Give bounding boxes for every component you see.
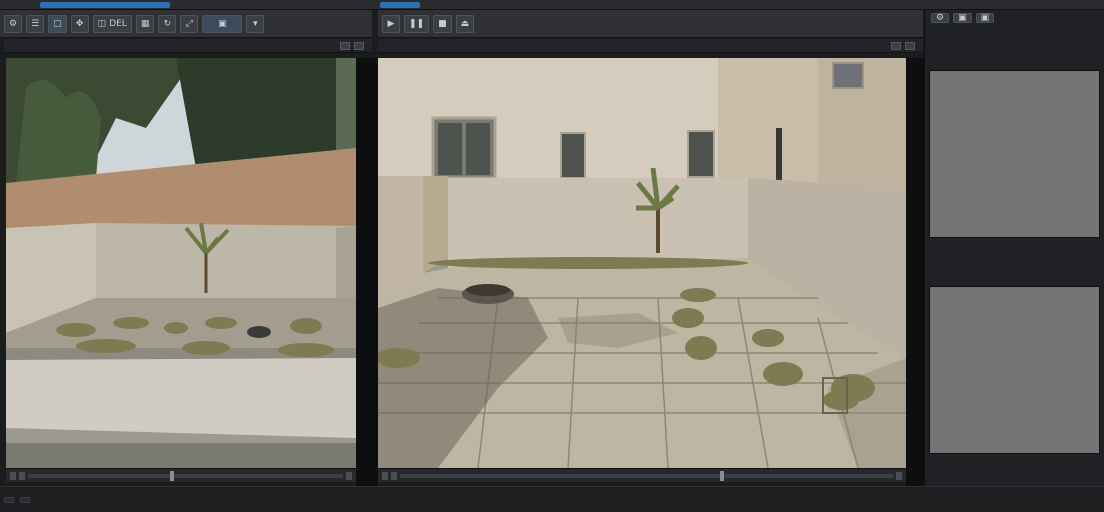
pause-icon: ❚❚ [409,18,425,29]
timeline-end-icon[interactable] [346,471,352,480]
panel-title [927,38,1104,50]
timeline-key-icon-2[interactable] [391,471,397,480]
snap-toggle-button[interactable]: ◫ DEL [92,14,132,33]
select-tool-button[interactable]: ▢ [48,14,67,33]
timeline-key-icon-2[interactable] [19,471,25,480]
left-timeline [6,468,356,482]
timeline-end-icon[interactable] [896,471,902,480]
settings-button[interactable]: ⚙ [4,14,23,33]
stop-icon: ■ [438,18,447,29]
camera-button[interactable]: ▣ [202,14,243,33]
play-button[interactable]: ▶ [382,14,400,33]
panel-section-2 [927,241,1104,253]
panel-tabs: ⚙ ▣ ▣ [927,12,1104,24]
active-tab-indicator[interactable] [40,2,170,8]
preview-swatch-bottom[interactable] [929,286,1100,454]
camera-icon: ▣ [218,18,227,29]
play-icon: ▶ [387,18,395,29]
view-option-icon[interactable] [891,41,901,50]
pause-button[interactable]: ❚❚ [404,14,430,33]
eject-icon: ⏏ [460,18,470,29]
view-option-icon[interactable] [340,41,350,50]
menu-button[interactable]: ☰ [26,14,45,33]
panel-section-4 [927,270,1104,282]
settings-icon: ▾ [253,18,258,29]
timeline-scrubber[interactable] [400,470,893,481]
center-scene-render [378,58,906,468]
window-title-bar [0,0,1104,10]
center-viewport[interactable] [378,58,906,468]
view-option-icon-2[interactable] [354,41,364,50]
viewport-divider-right[interactable] [906,58,924,486]
timeline-key-icon[interactable] [382,471,388,480]
left-viewport[interactable] [6,58,356,468]
panel-section-3 [927,256,1104,268]
status-item-2[interactable] [20,496,30,503]
viewport-divider[interactable] [356,58,378,486]
snap-label: DEL [109,18,127,29]
scale-tool-button[interactable]: ⤢ [180,14,199,33]
preview-swatch-top[interactable] [929,70,1100,238]
timeline-handle[interactable] [720,470,725,481]
panel-settings-button[interactable]: ⚙ [931,13,950,23]
menu-icon: ☰ [31,18,40,29]
gear-icon: ⚙ [9,18,18,29]
left-viewport-toolbar: ⚙ ☰ ▢ ✥ ◫ DEL ▦ ↻ ⤢ ▣ ▾ [0,10,372,38]
panel-button-2[interactable]: ▣ [953,13,972,23]
status-item[interactable] [4,496,14,503]
rotate-tool-button[interactable]: ↻ [158,14,177,33]
grid-button[interactable]: ▦ [135,14,155,33]
view-option-icon-2[interactable] [905,41,915,50]
scale-icon: ⤢ [185,18,193,29]
select-icon: ▢ [53,18,62,29]
timeline-scrubber[interactable] [28,470,343,481]
timeline-key-icon[interactable] [10,471,16,480]
active-tab-indicator-2[interactable] [380,2,420,8]
left-viewport-header [4,39,372,53]
center-timeline [378,468,906,482]
snap-icon: ◫ [97,18,107,29]
grid-icon: ▦ [140,18,150,29]
status-bar [0,486,1104,512]
center-viewport-toolbar: ▶ ❚❚ ■ ⏏ [378,10,923,38]
center-viewport-header [378,39,923,53]
viewport-options-button[interactable]: ▾ [246,14,265,33]
move-tool-button[interactable]: ✥ [70,14,89,33]
move-icon: ✥ [75,18,84,29]
timeline-handle[interactable] [169,470,174,481]
rotate-icon: ↻ [163,18,172,29]
panel-section-5 [927,459,1104,471]
properties-panel: ⚙ ▣ ▣ [924,10,1104,486]
eject-button[interactable]: ⏏ [455,14,475,33]
panel-button-3[interactable]: ▣ [975,13,995,23]
left-scene-render [6,58,356,468]
stop-button[interactable]: ■ [433,14,452,33]
panel-section-1 [927,52,1104,64]
